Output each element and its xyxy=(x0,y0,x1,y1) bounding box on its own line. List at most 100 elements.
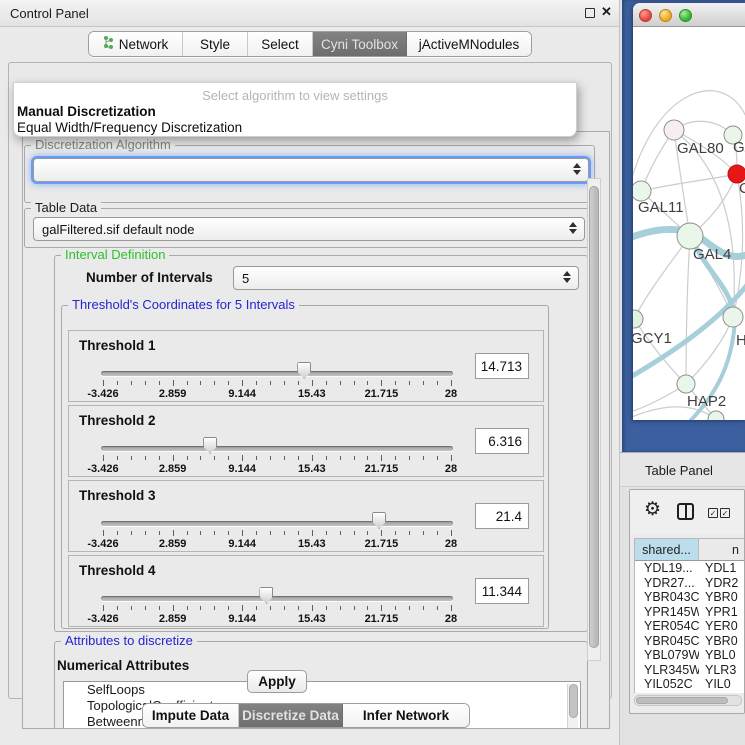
network-window-frame: GAL80GACGAL11GAL4GCY1HHAP2 xyxy=(622,0,745,452)
network-node-gcy1[interactable] xyxy=(633,310,643,328)
slider-thumb[interactable] xyxy=(372,512,386,529)
close-traffic-light-icon[interactable] xyxy=(639,9,652,22)
slider-tick-label: 15.43 xyxy=(282,613,342,625)
table-row[interactable]: YBR043CYBR0 xyxy=(635,590,745,605)
tab-label: Network xyxy=(119,37,169,52)
slider-tick xyxy=(200,381,201,385)
main-vertical-scrollbar[interactable] xyxy=(587,178,601,661)
combo-arrows-icon xyxy=(569,222,577,234)
slider-tick xyxy=(228,456,229,460)
algorithm-option-equal-width-frequency-discretization[interactable]: Equal Width/Frequency Discretization xyxy=(17,120,242,135)
slider-tick xyxy=(423,606,424,610)
zoom-traffic-light-icon[interactable] xyxy=(679,9,692,22)
network-view-window[interactable]: GAL80GACGAL11GAL4GCY1HHAP2 xyxy=(633,3,745,420)
group-title: Interval Definition xyxy=(61,248,169,262)
table-cell: YBL0 xyxy=(699,648,745,663)
gear-icon[interactable]: ⚙ xyxy=(644,498,661,521)
slider-tick xyxy=(354,456,355,460)
scrollbar-thumb[interactable] xyxy=(636,697,728,704)
table-row[interactable]: YER054CYER0 xyxy=(635,619,745,634)
slider-thumb[interactable] xyxy=(203,437,217,454)
slider-tick xyxy=(173,380,174,386)
slider-track[interactable] xyxy=(101,521,453,526)
scrollbar-thumb[interactable] xyxy=(589,186,599,648)
apply-row: Apply xyxy=(14,667,600,697)
slider-tick xyxy=(145,381,146,385)
slider-tick xyxy=(173,455,174,461)
tab-network[interactable]: Network xyxy=(89,32,183,56)
threshold-value-field[interactable]: 11.344 xyxy=(475,578,529,604)
number-of-intervals-label: Number of Intervals xyxy=(86,270,213,285)
slider-tick xyxy=(298,381,299,385)
table-row[interactable]: YBL079WYBL0 xyxy=(635,648,745,663)
table-row[interactable]: YIL052CYIL0 xyxy=(635,677,745,692)
checkbox-icon[interactable] xyxy=(720,508,730,518)
slider-tick xyxy=(103,605,104,611)
threshold-value-field[interactable]: 21.4 xyxy=(475,503,529,529)
slider-tick xyxy=(409,531,410,535)
slider-thumb[interactable] xyxy=(297,362,311,379)
table-row[interactable]: YDL19...YDL1 xyxy=(635,561,745,576)
slider-tick xyxy=(103,530,104,536)
table-row[interactable]: YPR145WYPR1 xyxy=(635,605,745,620)
group-title: Table Data xyxy=(31,201,101,215)
checkbox-icon[interactable] xyxy=(708,508,718,518)
tab-impute-data[interactable]: Impute Data xyxy=(143,704,239,727)
column-header-n[interactable]: n xyxy=(699,539,745,560)
slider-tick xyxy=(117,456,118,460)
table-data-select[interactable]: galFiltered.sif default node xyxy=(33,217,585,241)
table-row[interactable]: YDR27...YDR2 xyxy=(635,576,745,591)
algorithm-select[interactable] xyxy=(33,158,589,182)
slider-tick xyxy=(312,455,313,461)
tab-cyni-toolbox[interactable]: Cyni Toolbox xyxy=(313,32,407,56)
network-node-gal80[interactable] xyxy=(664,120,684,140)
slider-track[interactable] xyxy=(101,371,453,376)
tab-discretize-data[interactable]: Discretize Data xyxy=(239,704,343,727)
network-node-gal11[interactable] xyxy=(633,181,651,201)
table-cell: YER054C xyxy=(635,619,699,634)
slider-tick xyxy=(131,381,132,385)
number-of-intervals-select[interactable]: 5 xyxy=(233,266,579,290)
slider-tick xyxy=(284,531,285,535)
close-icon[interactable]: ✕ xyxy=(601,4,612,20)
threshold-panel-4: Threshold 4-3.4262.8599.14415.4321.71528… xyxy=(68,555,544,627)
minimize-traffic-light-icon[interactable] xyxy=(659,9,672,22)
top-tabs: Network StyleSelectCyni ToolboxjActiveMNo… xyxy=(88,31,532,57)
table-row[interactable]: YBR045CYBR0 xyxy=(635,634,745,649)
slider-tick xyxy=(423,381,424,385)
slider-tick-label: 2.859 xyxy=(143,613,203,625)
tab-infer-network[interactable]: Infer Network xyxy=(343,704,469,727)
slider-tick xyxy=(103,380,104,386)
slider-tick-label: -3.426 xyxy=(73,613,133,625)
slider-tick xyxy=(200,531,201,535)
table-row[interactable]: YLR345WYLR3 xyxy=(635,663,745,678)
threshold-value-field[interactable]: 14.713 xyxy=(475,353,529,379)
table-cell: YLR3 xyxy=(699,663,745,678)
threshold-value-field[interactable]: 6.316 xyxy=(475,428,529,454)
columns-icon[interactable] xyxy=(677,503,694,520)
slider-track[interactable] xyxy=(101,596,453,601)
slider-tick xyxy=(159,456,160,460)
column-header-shared[interactable]: shared... xyxy=(635,539,699,560)
network-node-h[interactable] xyxy=(723,307,743,327)
tab-select[interactable]: Select xyxy=(248,32,313,56)
apply-button[interactable]: Apply xyxy=(247,670,307,693)
slider-thumb[interactable] xyxy=(259,587,273,604)
slider-tick-label: 2.859 xyxy=(143,538,203,550)
network-canvas[interactable]: GAL80GACGAL11GAL4GCY1HHAP2 xyxy=(633,27,745,420)
discretization-algorithm-group: Discretization Algorithm xyxy=(24,145,595,203)
network-node-hap2[interactable] xyxy=(677,375,695,393)
float-icon[interactable] xyxy=(585,8,595,18)
table-horizontal-scrollbar[interactable] xyxy=(634,695,742,706)
slider-track[interactable] xyxy=(101,446,453,451)
tab-style[interactable]: Style xyxy=(183,32,248,56)
slider-tick xyxy=(159,531,160,535)
tab-jactivemnodules[interactable]: jActiveMNodules xyxy=(407,32,531,56)
table-panel-bar: Table Panel xyxy=(620,452,745,487)
table-cell: YDL1 xyxy=(699,561,745,576)
slider-tick xyxy=(187,531,188,535)
table-cell: YIL0 xyxy=(699,677,745,692)
threshold-label: Threshold 2 xyxy=(79,413,156,428)
algorithm-option-manual-discretization[interactable]: Manual Discretization xyxy=(17,104,156,119)
threshold-label: Threshold 1 xyxy=(79,338,156,353)
